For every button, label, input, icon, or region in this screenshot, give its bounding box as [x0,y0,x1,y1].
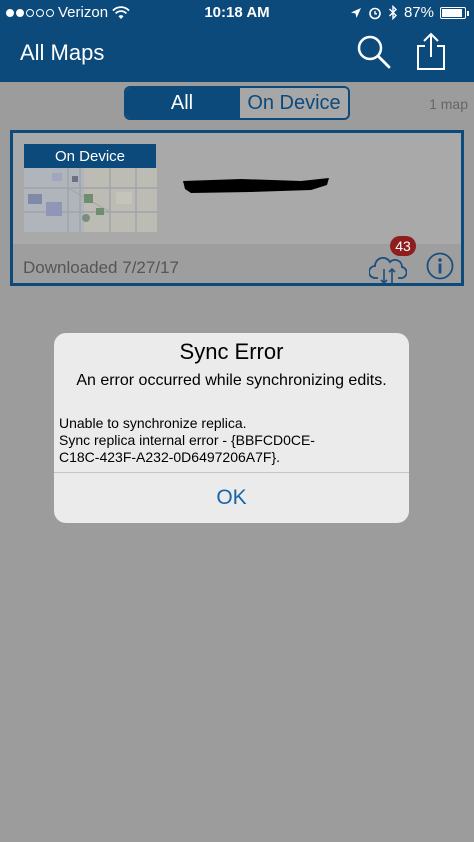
dialog-message: An error occurred while synchronizing ed… [76,372,387,389]
map-count: 1 map [429,96,468,112]
filter-segmented-control: All On Device [124,86,350,120]
info-icon[interactable] [426,252,454,280]
dialog-detail: Unable to synchronize replica. Sync repl… [59,415,401,466]
on-device-badge: On Device [24,144,156,168]
dialog-detail-line: C18C-423F-A232-0D6497206A7F}. [59,449,281,465]
status-right: 87% [350,4,469,21]
dialog-detail-line: Sync replica internal error - {BBFCD0CE- [59,432,315,448]
dialog-title: Sync Error [179,339,284,364]
dialog-detail-line: Unable to synchronize replica. [59,415,247,431]
pending-edits-badge: 43 [390,236,416,256]
cloud-sync-icon[interactable] [369,252,407,284]
map-card-footer: Downloaded 7/27/17 43 [13,236,461,284]
sync-error-dialog: Sync Error An error occurred while synch… [54,333,409,523]
bluetooth-icon [388,5,397,20]
filter-all-tab[interactable]: All [126,88,238,118]
map-thumbnail[interactable] [24,168,157,232]
map-card[interactable]: On Device Downloaded 7/27/17 43 [10,130,464,286]
page-title: All Maps [20,40,105,65]
redacted-map-title [183,178,329,193]
downloaded-date: Downloaded 7/27/17 [23,258,179,277]
navigation-bar: All Maps [0,26,474,82]
battery-icon [440,6,469,19]
map-card-header: On Device [13,133,461,244]
status-bar: Verizon 10:18 AM 87% [0,0,474,26]
search-icon[interactable] [356,34,392,70]
filter-on-device-tab[interactable]: On Device [238,88,348,118]
location-arrow-icon [350,7,361,18]
battery-percent: 87% [403,4,434,21]
ok-button[interactable]: OK [54,473,409,523]
alarm-icon [369,7,381,19]
share-icon[interactable] [414,32,448,72]
